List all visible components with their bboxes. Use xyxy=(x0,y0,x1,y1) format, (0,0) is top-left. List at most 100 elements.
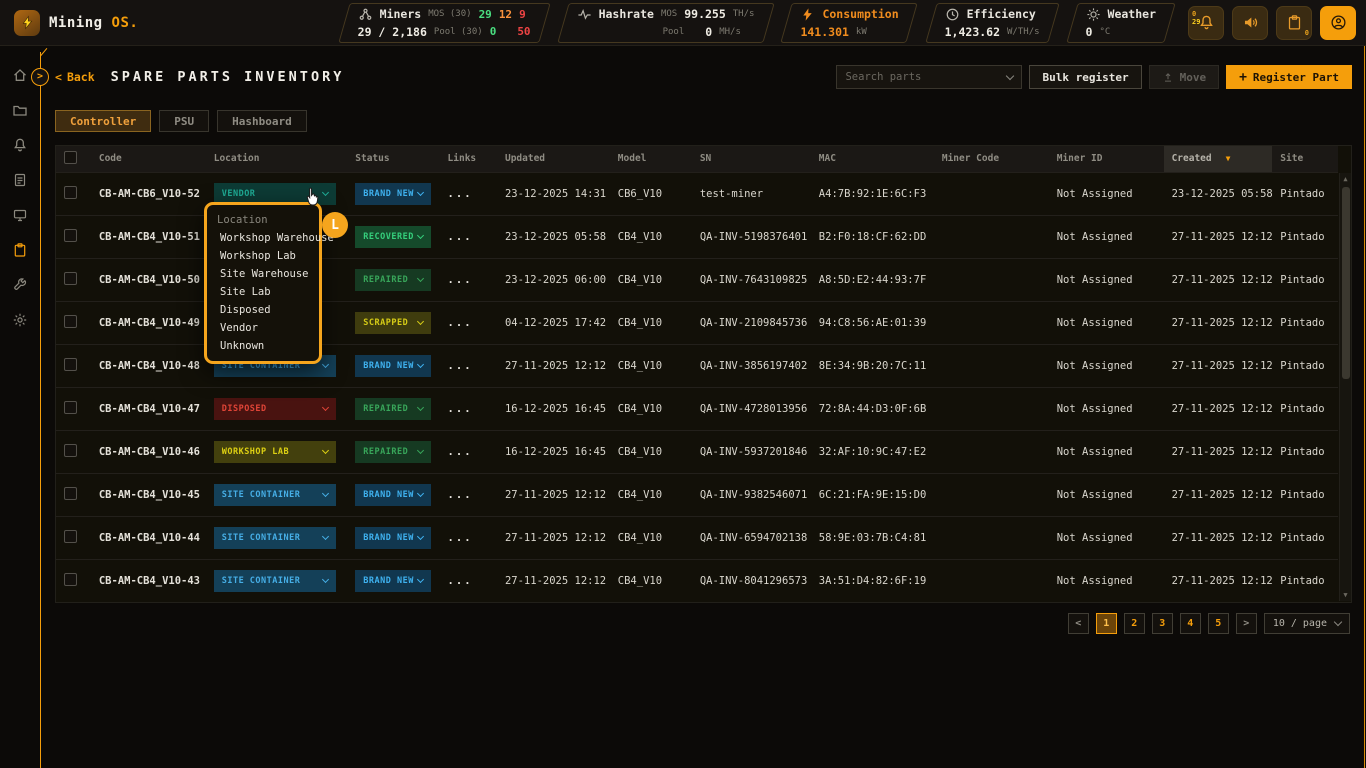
prev-page-button[interactable]: < xyxy=(1068,613,1089,634)
header-actions: Bulk register Move +Register Part xyxy=(836,65,1352,89)
scrollbar-thumb[interactable] xyxy=(1342,187,1350,379)
column-header-code[interactable]: Code xyxy=(91,146,206,172)
dropdown-option-site-warehouse[interactable]: Site Warehouse xyxy=(207,265,319,283)
column-header-mac[interactable]: MAC xyxy=(811,146,934,172)
row-actions-menu[interactable]: ... xyxy=(448,446,473,458)
sidebar-item-folders[interactable] xyxy=(7,97,33,123)
tab-psu[interactable]: PSU xyxy=(159,110,209,132)
location-select-site-container[interactable]: SITE CONTAINER xyxy=(214,570,336,592)
column-header-sn[interactable]: SN xyxy=(692,146,811,172)
column-header-created[interactable]: Created▼ xyxy=(1164,146,1273,172)
status-select-brand-new[interactable]: BRAND NEW xyxy=(355,527,431,549)
column-header-model[interactable]: Model xyxy=(610,146,692,172)
location-select-disposed[interactable]: DISPOSED xyxy=(214,398,336,420)
row-checkbox[interactable] xyxy=(64,186,77,199)
page-size-select[interactable]: 10 / page xyxy=(1264,613,1350,634)
sidebar-item-reports[interactable] xyxy=(7,167,33,193)
row-checkbox[interactable] xyxy=(64,272,77,285)
status-select-brand-new[interactable]: BRAND NEW xyxy=(355,355,431,377)
location-select-workshop-lab[interactable]: WORKSHOP LAB xyxy=(214,441,336,463)
account-button[interactable] xyxy=(1320,6,1356,40)
page-button-3[interactable]: 3 xyxy=(1152,613,1173,634)
scroll-down-icon[interactable]: ▼ xyxy=(1340,589,1351,601)
sidebar-item-settings[interactable] xyxy=(7,307,33,333)
row-actions-menu[interactable]: ... xyxy=(448,274,473,286)
dropdown-option-workshop-lab[interactable]: Workshop Lab xyxy=(207,247,319,265)
notifications-button[interactable]: 029 xyxy=(1188,6,1224,40)
move-button[interactable]: Move xyxy=(1149,65,1220,89)
sidebar-item-home[interactable] xyxy=(7,62,33,88)
search-parts-box[interactable] xyxy=(836,65,1022,89)
column-header-miner-id[interactable]: Miner ID xyxy=(1049,146,1164,172)
row-actions-menu[interactable]: ... xyxy=(448,532,473,544)
scroll-up-icon[interactable]: ▲ xyxy=(1340,173,1351,185)
status-select-repaired[interactable]: REPAIRED xyxy=(355,441,431,463)
status-select-brand-new[interactable]: BRAND NEW xyxy=(355,183,431,205)
dropdown-option-unknown[interactable]: Unknown xyxy=(207,337,319,355)
page-button-1[interactable]: 1 xyxy=(1096,613,1117,634)
sidebar-item-spare-parts[interactable] xyxy=(7,237,33,263)
chevron-down-icon xyxy=(322,404,329,411)
topbar-stats: Miners MOS (30) 29 12 9 29 / 2,186 Pool … xyxy=(342,2,1172,44)
row-checkbox[interactable] xyxy=(64,401,77,414)
tab-hashboard[interactable]: Hashboard xyxy=(217,110,307,132)
row-actions-menu[interactable]: ... xyxy=(448,231,473,243)
row-actions-menu[interactable]: ... xyxy=(448,575,473,587)
row-checkbox[interactable] xyxy=(64,358,77,371)
location-select-site-container[interactable]: SITE CONTAINER xyxy=(214,484,336,506)
sort-desc-icon[interactable]: ▼ xyxy=(1226,154,1231,163)
cell-miner-id: Not Assigned xyxy=(1049,559,1164,602)
back-link[interactable]: <Back xyxy=(55,70,95,84)
column-header-status[interactable]: Status xyxy=(347,146,439,172)
sidebar-item-maintenance[interactable] xyxy=(7,272,33,298)
row-actions-menu[interactable]: ... xyxy=(448,403,473,415)
row-checkbox[interactable] xyxy=(64,315,77,328)
status-select-scrapped[interactable]: SCRAPPED xyxy=(355,312,431,334)
status-select-brand-new[interactable]: BRAND NEW xyxy=(355,570,431,592)
location-select-site-container[interactable]: SITE CONTAINER xyxy=(214,527,336,549)
sidebar-item-alerts[interactable] xyxy=(7,132,33,158)
column-header-site[interactable]: Site xyxy=(1272,146,1338,172)
sidebar-collapse-button[interactable]: > xyxy=(31,68,49,86)
consumption-value: 141.301 xyxy=(800,25,848,39)
column-header-links[interactable]: Links xyxy=(440,146,497,172)
row-actions-menu[interactable]: ... xyxy=(448,317,473,329)
row-checkbox[interactable] xyxy=(64,573,77,586)
sidebar-item-monitoring[interactable] xyxy=(7,202,33,228)
select-all-checkbox[interactable] xyxy=(64,151,77,164)
tasks-button[interactable]: 0 xyxy=(1276,6,1312,40)
dropdown-option-vendor[interactable]: Vendor xyxy=(207,319,319,337)
tab-controller[interactable]: Controller xyxy=(55,110,151,132)
column-header-location[interactable]: Location xyxy=(206,146,348,172)
row-checkbox[interactable] xyxy=(64,487,77,500)
next-page-button[interactable]: > xyxy=(1236,613,1257,634)
table-scrollbar[interactable]: ▲ ▼ xyxy=(1339,173,1351,601)
status-select-repaired[interactable]: REPAIRED xyxy=(355,269,431,291)
column-header-miner-code[interactable]: Miner Code xyxy=(934,146,1049,172)
dropdown-option-disposed[interactable]: Disposed xyxy=(207,301,319,319)
status-select-repaired[interactable]: REPAIRED xyxy=(355,398,431,420)
column-header-updated[interactable]: Updated xyxy=(497,146,610,172)
row-actions-menu[interactable]: ... xyxy=(448,489,473,501)
page-button-4[interactable]: 4 xyxy=(1180,613,1201,634)
bulk-register-button[interactable]: Bulk register xyxy=(1029,65,1141,89)
page-button-2[interactable]: 2 xyxy=(1124,613,1145,634)
page-title: SPARE PARTS INVENTORY xyxy=(111,69,345,85)
dropdown-option-workshop-warehouse[interactable]: Workshop Warehouse xyxy=(207,229,319,247)
sound-button[interactable] xyxy=(1232,6,1268,40)
status-select-brand-new[interactable]: BRAND NEW xyxy=(355,484,431,506)
pill-label: BRAND NEW xyxy=(363,533,418,543)
row-checkbox[interactable] xyxy=(64,444,77,457)
row-checkbox[interactable] xyxy=(64,530,77,543)
search-parts-input[interactable] xyxy=(845,71,1001,83)
dropdown-option-site-lab[interactable]: Site Lab xyxy=(207,283,319,301)
status-select-recovered[interactable]: RECOVERED xyxy=(355,226,431,248)
row-actions-menu[interactable]: ... xyxy=(448,360,473,372)
row-checkbox[interactable] xyxy=(64,229,77,242)
miners-pool-window: Pool (30) xyxy=(434,27,483,37)
register-part-button[interactable]: +Register Part xyxy=(1226,65,1352,89)
row-actions-menu[interactable]: ... xyxy=(448,188,473,200)
chevron-down-icon xyxy=(1006,71,1014,79)
miners-window: MOS (30) xyxy=(428,9,471,19)
page-button-5[interactable]: 5 xyxy=(1208,613,1229,634)
